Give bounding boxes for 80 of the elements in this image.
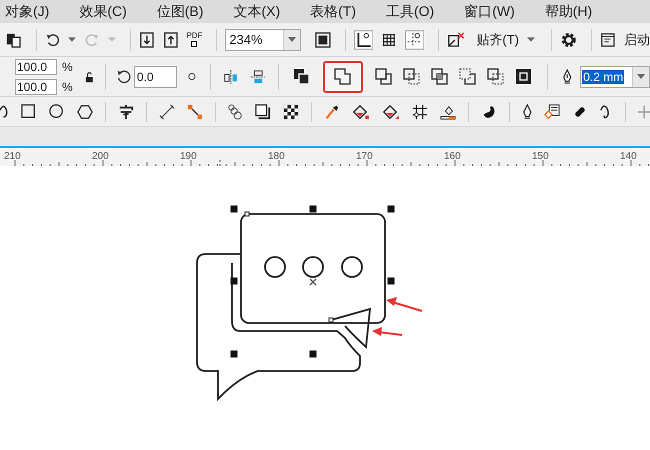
ruler-icon[interactable] xyxy=(354,28,373,50)
arrow-icon xyxy=(386,297,422,312)
overlapping-squares-icon xyxy=(293,68,310,85)
percent-label: % xyxy=(62,58,73,76)
scale-x-field[interactable]: 100.0 xyxy=(15,58,57,74)
percent-label: % xyxy=(62,78,73,96)
connector-icon[interactable] xyxy=(186,102,203,120)
menu-item[interactable]: 工具(O) xyxy=(386,1,434,22)
caret-icon[interactable] xyxy=(288,37,296,42)
text-tool-icon[interactable] xyxy=(118,102,134,120)
menu-item[interactable]: 对象(J) xyxy=(5,1,50,22)
caret-icon xyxy=(108,36,116,42)
ruler-label: 160 xyxy=(444,150,461,164)
degree-icon xyxy=(188,72,196,81)
arrow-icon xyxy=(372,327,402,336)
selection-handle[interactable] xyxy=(230,350,238,358)
pdf-export-button[interactable]: PDF xyxy=(186,32,202,47)
guidelines-icon[interactable] xyxy=(404,28,424,50)
overlapping-squares-icon xyxy=(431,68,448,85)
interactive-fill-icon[interactable] xyxy=(382,102,400,120)
window-icon[interactable] xyxy=(600,30,616,48)
object-properties-icon[interactable] xyxy=(544,102,560,120)
snap-menu[interactable]: 贴齐(T) xyxy=(476,30,520,50)
ruler-label: 170 xyxy=(356,150,373,164)
blend-icon[interactable] xyxy=(227,102,244,120)
ruler-label: 150 xyxy=(532,150,549,164)
menu-item[interactable]: 表格(T) xyxy=(310,1,356,22)
selection-handle[interactable] xyxy=(388,278,394,284)
menu-item[interactable]: 文本(X) xyxy=(233,1,280,22)
selection-handle[interactable] xyxy=(230,278,238,284)
launch-menu[interactable]: 启动 xyxy=(624,30,650,50)
paint-bucket-icon[interactable] xyxy=(352,102,370,120)
ruler-label: 200 xyxy=(92,150,109,164)
import-icon[interactable] xyxy=(138,30,155,48)
snap-off-icon[interactable] xyxy=(446,30,464,48)
lock-icon[interactable] xyxy=(84,70,94,82)
mirror-horizontal-icon[interactable] xyxy=(222,68,238,86)
pen-nib-icon xyxy=(562,68,572,86)
center-mark-icon xyxy=(309,278,317,286)
zoom-field[interactable]: 234% xyxy=(225,28,301,50)
dimension-line-icon[interactable] xyxy=(158,102,175,120)
transparency-icon[interactable] xyxy=(283,102,300,120)
caret-icon[interactable] xyxy=(637,74,646,79)
hexagon-icon[interactable] xyxy=(76,102,93,120)
menu-item[interactable]: 帮助(H) xyxy=(544,1,592,22)
ruler-label: 190 xyxy=(180,150,197,164)
ellipse-icon[interactable] xyxy=(48,102,65,120)
selection-handle[interactable] xyxy=(230,206,238,212)
overlapping-squares-icon xyxy=(334,68,352,85)
rotate-icon xyxy=(116,68,132,86)
outline-width-field[interactable]: 0.2 mm xyxy=(580,66,650,88)
caret-icon[interactable] xyxy=(527,36,535,42)
ruler-label: 180 xyxy=(268,150,285,164)
menu-item[interactable]: 窗口(W) xyxy=(464,1,515,22)
rectangle-icon[interactable] xyxy=(20,102,37,120)
mirror-vertical-icon[interactable] xyxy=(250,68,266,86)
full-screen-icon[interactable] xyxy=(314,30,331,48)
ruler-label: 140 xyxy=(620,150,637,164)
rotation-field[interactable]: 0.0 xyxy=(134,66,178,88)
menu-item[interactable]: 位图(B) xyxy=(156,1,204,22)
node-marker xyxy=(244,212,250,216)
selection-handle[interactable] xyxy=(388,206,394,212)
scale-y-field[interactable]: 100.0 xyxy=(15,78,57,94)
overlapping-squares-icon xyxy=(403,68,420,85)
menu-item[interactable]: 效果(C) xyxy=(79,1,127,22)
overlapping-squares-icon xyxy=(515,68,532,85)
overlapping-squares-icon xyxy=(375,68,392,85)
selection-handle[interactable] xyxy=(310,206,316,212)
overlapping-squares-icon xyxy=(487,68,504,85)
overlapping-squares-icon xyxy=(459,68,476,85)
node-marker xyxy=(328,318,334,322)
curve-icon[interactable] xyxy=(0,104,9,120)
mesh-fill-icon[interactable] xyxy=(412,102,428,120)
weld-button[interactable] xyxy=(322,60,363,92)
caret-icon[interactable] xyxy=(68,36,76,42)
drop-shadow-icon[interactable] xyxy=(255,102,272,120)
export-icon[interactable] xyxy=(162,30,178,48)
selection-handle[interactable] xyxy=(310,350,316,358)
pen-nib-icon[interactable] xyxy=(522,102,532,120)
ruler-label: 210 xyxy=(4,150,21,164)
